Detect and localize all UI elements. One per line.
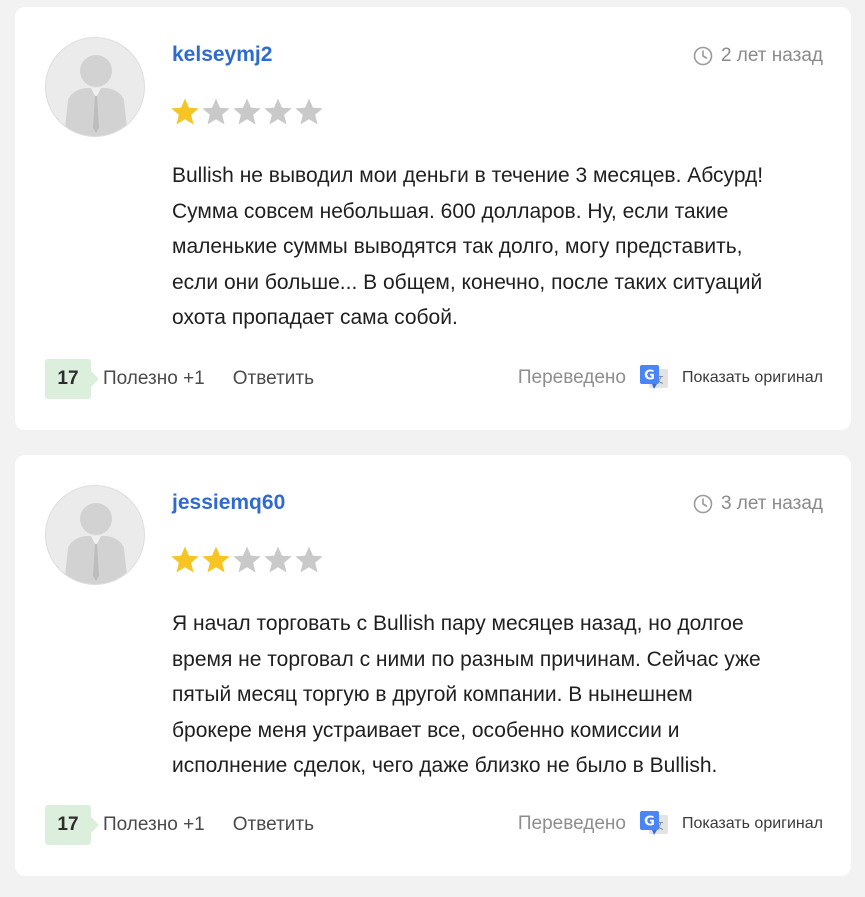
- translation-info: Переведено 文 G Показать оригинал: [518, 362, 823, 394]
- avatar-silhouette-icon: [64, 55, 128, 136]
- reply-button[interactable]: Ответить: [233, 368, 314, 390]
- user-avatar[interactable]: [45, 37, 145, 137]
- review-text-line: исполнение сделок, чего даже близко не б…: [172, 754, 718, 777]
- review-text-line: если они больше... В общем, конечно, пос…: [172, 270, 763, 294]
- star-empty-icon: [263, 545, 293, 575]
- star-filled-icon: [170, 545, 200, 575]
- review-text-line: брокере меня устраивает все, особенно ко…: [172, 718, 680, 742]
- review-username[interactable]: jessiemq60: [172, 491, 285, 515]
- star-empty-icon: [294, 97, 324, 127]
- star-filled-icon: [170, 97, 200, 127]
- useful-button[interactable]: Полезно +1: [103, 814, 205, 836]
- google-translate-icon: 文 G: [639, 811, 668, 835]
- star-empty-icon: [294, 545, 324, 575]
- rating-stars: [170, 97, 324, 127]
- review-actions: 17 Полезно +1 Ответить: [45, 805, 314, 845]
- review-text-line: маленькие суммы выводятся так долго, мог…: [172, 235, 743, 258]
- star-empty-icon: [201, 97, 231, 127]
- translation-info: Переведено 文 G Показать оригинал: [518, 808, 823, 840]
- svg-text:G: G: [644, 369, 655, 384]
- avatar-silhouette-icon: [64, 503, 128, 584]
- helpful-count-badge: 17: [45, 359, 99, 399]
- clock-icon: [693, 46, 713, 66]
- review-text-line: Я начал торговать с Bullish пару месяцев…: [172, 612, 744, 635]
- star-filled-icon: [201, 545, 231, 575]
- helpful-count-badge: 17: [45, 805, 99, 845]
- review-time: 3 лет назад: [693, 493, 823, 515]
- review-actions: 17 Полезно +1 Ответить: [45, 359, 314, 399]
- svg-text:G: G: [644, 815, 655, 830]
- user-avatar[interactable]: [45, 485, 145, 585]
- review-text-line: Сумма совсем небольшая. 600 долларов. Ну…: [172, 199, 729, 223]
- review-time-text: 3 лет назад: [720, 493, 823, 514]
- rating-stars: [170, 545, 324, 575]
- review-text-line: время не торговал с ними по разным причи…: [172, 647, 761, 671]
- review-text: Bullish не выводил мои деньги в течение …: [172, 158, 822, 336]
- useful-button[interactable]: Полезно +1: [103, 368, 205, 390]
- translated-label: Переведено: [517, 813, 626, 834]
- clock-icon: [693, 494, 713, 514]
- review-time: 2 лет назад: [693, 45, 823, 67]
- translated-label: Переведено: [517, 367, 626, 388]
- review-text-line: охота пропадает сама собой.: [172, 306, 458, 329]
- show-original-link[interactable]: Показать оригинал: [682, 369, 823, 387]
- review-username[interactable]: kelseymj2: [172, 43, 272, 67]
- review-text: Я начал торговать с Bullish пару месяцев…: [172, 606, 822, 784]
- review-text-line: пятый месяц торгую в другой компании. В …: [172, 683, 693, 706]
- star-empty-icon: [232, 97, 262, 127]
- reply-button[interactable]: Ответить: [233, 814, 314, 836]
- review-card: jessiemq60 3 лет назад Я начал торговать…: [15, 455, 851, 876]
- star-empty-icon: [263, 97, 293, 127]
- review-text-line: Bullish не выводил мои деньги в течение …: [172, 164, 764, 187]
- google-translate-icon: 文 G: [639, 365, 668, 389]
- review-card: kelseymj2 2 лет назад Bullish не выводил…: [15, 7, 851, 430]
- review-time-text: 2 лет назад: [720, 45, 823, 66]
- star-empty-icon: [232, 545, 262, 575]
- show-original-link[interactable]: Показать оригинал: [682, 815, 823, 833]
